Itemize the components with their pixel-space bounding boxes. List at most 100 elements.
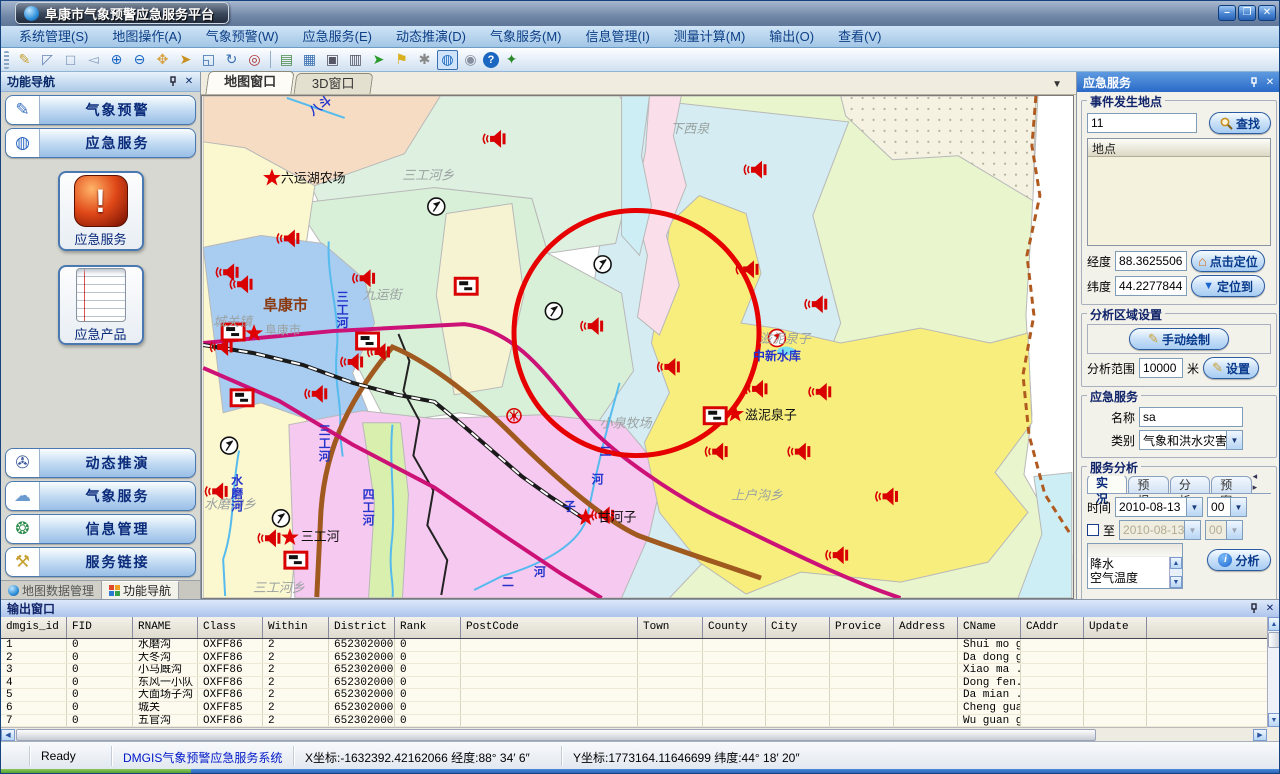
nav-dynamic-deduction[interactable]: ✇动态推演 — [5, 448, 196, 478]
export-map-icon[interactable]: ▦ — [299, 50, 320, 70]
nav-emergency-service[interactable]: ◍应急服务 — [5, 128, 196, 158]
eye-icon[interactable]: ◉ — [460, 50, 481, 70]
nav-service-link[interactable]: ⚒服务链接 — [5, 547, 196, 577]
menu-item[interactable]: 气象服务(M) — [478, 26, 574, 47]
element-list[interactable]: 降水空气温度 ▲▼ — [1087, 543, 1183, 589]
identify-icon[interactable]: ◎ — [244, 50, 265, 70]
menu-item[interactable]: 输出(O) — [757, 26, 826, 47]
weather-station-icon[interactable] — [272, 510, 289, 527]
map-canvas[interactable]: 八斗六运湖农场三工河乡下西泉九运街阜康市城关镇阜康市小泉牧场滋泥泉子中新水库滋泥… — [201, 95, 1074, 599]
flag-marker-icon[interactable] — [231, 390, 253, 406]
weather-station-icon[interactable] — [221, 437, 238, 454]
date2-combo[interactable]: 2010-08-13 — [1119, 520, 1201, 540]
hour-combo[interactable]: 00 — [1207, 497, 1247, 517]
list-item[interactable]: 降水 — [1088, 557, 1182, 571]
service-name-input[interactable] — [1139, 407, 1243, 427]
zoom-out-icon[interactable]: ⊖ — [129, 50, 150, 70]
column-header[interactable]: City — [766, 617, 830, 638]
column-header[interactable]: District — [329, 617, 395, 638]
tab-list-dropdown-icon[interactable]: ▼ — [1052, 79, 1062, 90]
menu-item[interactable]: 地图操作(A) — [100, 26, 193, 47]
flag-marker-icon[interactable] — [455, 278, 477, 294]
pin-icon[interactable] — [1247, 602, 1261, 615]
minimize-button[interactable]: – — [1218, 5, 1236, 21]
pin-icon[interactable] — [166, 75, 180, 88]
location-search-input[interactable] — [1087, 113, 1197, 133]
weather-station-icon[interactable] — [594, 256, 611, 273]
weather-station-icon[interactable] — [428, 198, 445, 215]
tab-scroll-icons[interactable]: ◂ ▸ — [1253, 471, 1271, 493]
date-combo[interactable]: 2010-08-13 — [1115, 497, 1203, 517]
column-header[interactable]: Class — [198, 617, 263, 638]
close-button[interactable]: ✕ — [1258, 5, 1276, 21]
column-header[interactable]: RNAME — [133, 617, 198, 638]
column-header[interactable]: Within — [263, 617, 329, 638]
green-arrow-icon[interactable]: ➤ — [368, 50, 389, 70]
longitude-input[interactable] — [1115, 251, 1187, 271]
vertical-scrollbar[interactable]: ▲ ▼ — [1267, 617, 1280, 727]
search-button[interactable]: 查找 — [1209, 112, 1271, 134]
help-icon[interactable]: ? — [483, 52, 499, 68]
flag-marker-icon[interactable] — [285, 552, 307, 568]
list-item[interactable]: 空气温度 — [1088, 571, 1182, 585]
column-header[interactable]: Address — [894, 617, 958, 638]
combo-dropdown-icon[interactable] — [1226, 431, 1242, 449]
globe-service-icon[interactable]: ◍ — [437, 50, 458, 70]
place-pin-icon[interactable]: ⚑ — [391, 50, 412, 70]
export-tree-icon[interactable]: ✦ — [501, 50, 522, 70]
table-row[interactable]: 40东风一小队OXFF8626523020000Dong fen... — [1, 677, 1267, 690]
flag-marker-icon[interactable] — [704, 408, 726, 424]
nav-weather-warning[interactable]: ✎气象预警 — [5, 95, 196, 125]
emergency-service-button[interactable]: !应急服务 — [58, 171, 144, 251]
settings-gear-icon[interactable]: ✱ — [414, 50, 435, 70]
latitude-input[interactable] — [1115, 276, 1187, 296]
manual-draw-button[interactable]: ✎ 手动绘制 — [1129, 328, 1229, 350]
layers-icon[interactable]: ▤ — [276, 50, 297, 70]
emergency-product-button[interactable]: 应急产品 — [58, 265, 144, 345]
menu-item[interactable]: 信息管理(I) — [574, 26, 662, 47]
column-header[interactable]: PostCode — [461, 617, 638, 638]
select-pointer-icon[interactable]: ◅ — [83, 50, 104, 70]
close-panel-icon[interactable]: ✕ — [1263, 76, 1277, 89]
column-header[interactable]: Provice — [830, 617, 894, 638]
close-panel-icon[interactable]: ✕ — [182, 75, 196, 88]
print-preview-icon[interactable]: ▥ — [345, 50, 366, 70]
select-remove-icon[interactable]: ◻ — [60, 50, 81, 70]
table-row[interactable]: 30小马厩沟OXFF8626523020000Xiao ma ... — [1, 664, 1267, 677]
click-locate-button[interactable]: ⌂ 点击定位 — [1191, 250, 1265, 272]
pan-hand-icon[interactable]: ✥ — [152, 50, 173, 70]
hour2-combo[interactable]: 00 — [1205, 520, 1243, 540]
menu-item[interactable]: 动态推演(D) — [384, 26, 478, 47]
horizontal-scrollbar[interactable]: ◀ ▶ — [1, 727, 1267, 741]
maximize-button[interactable]: ❐ — [1238, 5, 1256, 21]
select-marquee-icon[interactable]: ◸ — [37, 50, 58, 70]
set-range-button[interactable]: ✎ 设置 — [1203, 357, 1259, 379]
table-row[interactable]: 60城关OXFF8526523020000Cheng guan — [1, 702, 1267, 715]
tab-function-nav[interactable]: 功能导航 — [102, 581, 179, 599]
menu-item[interactable]: 应急服务(E) — [291, 26, 384, 47]
weather-station-icon[interactable] — [545, 303, 562, 320]
menu-item[interactable]: 系统管理(S) — [7, 26, 100, 47]
pointer-arrow-icon[interactable]: ➤ — [175, 50, 196, 70]
full-extent-icon[interactable]: ◱ — [198, 50, 219, 70]
column-header[interactable]: CName — [958, 617, 1021, 638]
zoom-in-icon[interactable]: ⊕ — [106, 50, 127, 70]
tab-map-data-management[interactable]: 地图数据管理 — [1, 581, 102, 599]
refresh-window-icon[interactable]: ↻ — [221, 50, 242, 70]
table-row[interactable]: 70五官沟OXFF8626523020000Wu guan gou — [1, 715, 1267, 727]
measure-ruler-icon[interactable]: ✎ — [14, 50, 35, 70]
nav-weather-service[interactable]: ☁气象服务 — [5, 481, 196, 511]
analysis-tab-1[interactable]: 实况 — [1087, 474, 1127, 493]
analysis-tab-2[interactable]: 预报 — [1128, 476, 1168, 493]
to-checkbox[interactable] — [1087, 524, 1099, 536]
table-row[interactable]: 10水磨沟OXFF8626523020000Shui mo gou — [1, 639, 1267, 652]
toolbar-grip[interactable] — [4, 51, 9, 69]
tab-3d-window[interactable]: 3D窗口 — [294, 73, 374, 94]
column-header[interactable]: CAddr — [1021, 617, 1084, 638]
flag-marker-icon[interactable] — [357, 333, 379, 349]
place-list[interactable]: 地点 — [1087, 138, 1271, 246]
column-header[interactable]: Rank — [395, 617, 461, 638]
tab-map-window[interactable]: 地图窗口 — [205, 71, 294, 94]
range-input[interactable] — [1139, 358, 1183, 378]
menu-item[interactable]: 查看(V) — [826, 26, 893, 47]
